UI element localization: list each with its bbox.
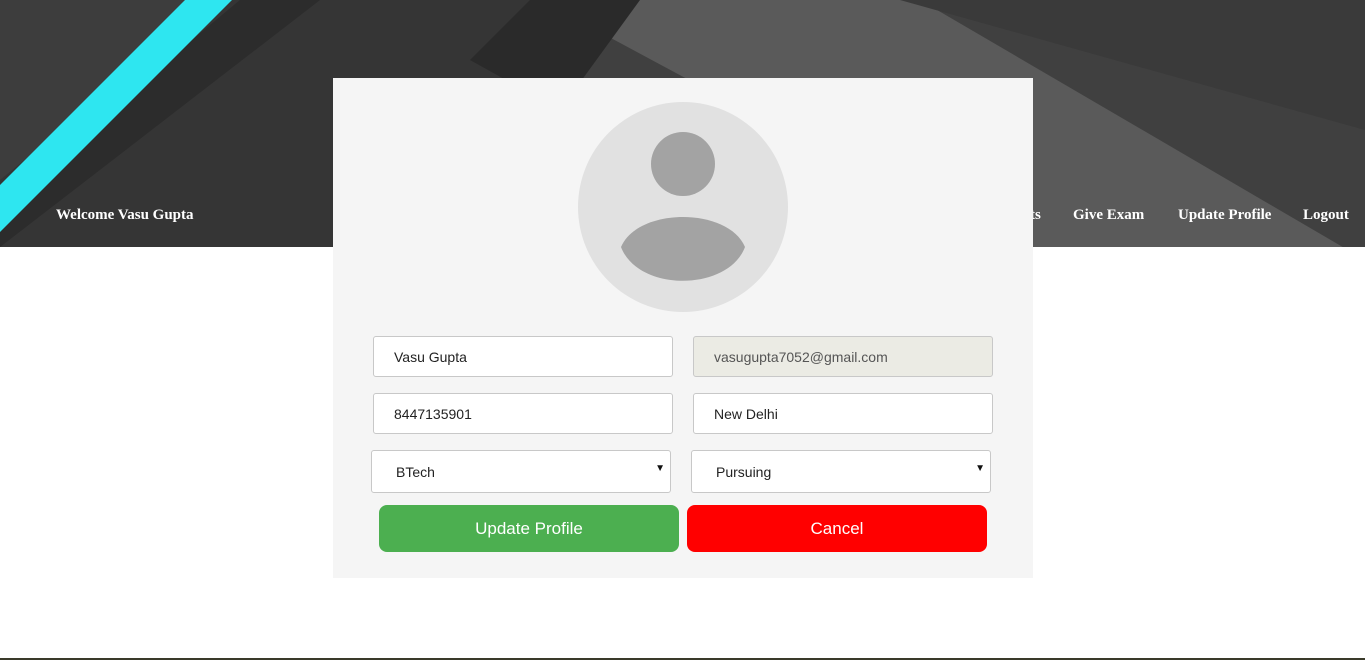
status-select[interactable]: Pursuing ▼ [691,450,991,493]
cancel-button[interactable]: Cancel [687,505,987,552]
nav-item-logout[interactable]: Logout [1303,207,1349,224]
course-select[interactable]: BTech ▼ [371,450,671,493]
email-input[interactable] [693,336,993,377]
user-avatar-icon [578,102,788,312]
nav-item-give-exam[interactable]: Give Exam [1073,207,1144,224]
dropdown-arrow-icon: ▼ [975,463,985,474]
dropdown-arrow-icon: ▼ [655,463,665,474]
status-select-value: Pursuing [716,464,772,480]
city-input[interactable] [693,393,993,434]
phone-input[interactable] [373,393,673,434]
welcome-text: Welcome Vasu Gupta [56,207,194,223]
nav-item-update-profile[interactable]: Update Profile [1178,207,1271,224]
update-profile-button[interactable]: Update Profile [379,505,679,552]
name-input[interactable] [373,336,673,377]
profile-card: BTech ▼ Pursuing ▼ Update Profile Cancel [333,78,1033,578]
course-select-value: BTech [396,464,435,480]
